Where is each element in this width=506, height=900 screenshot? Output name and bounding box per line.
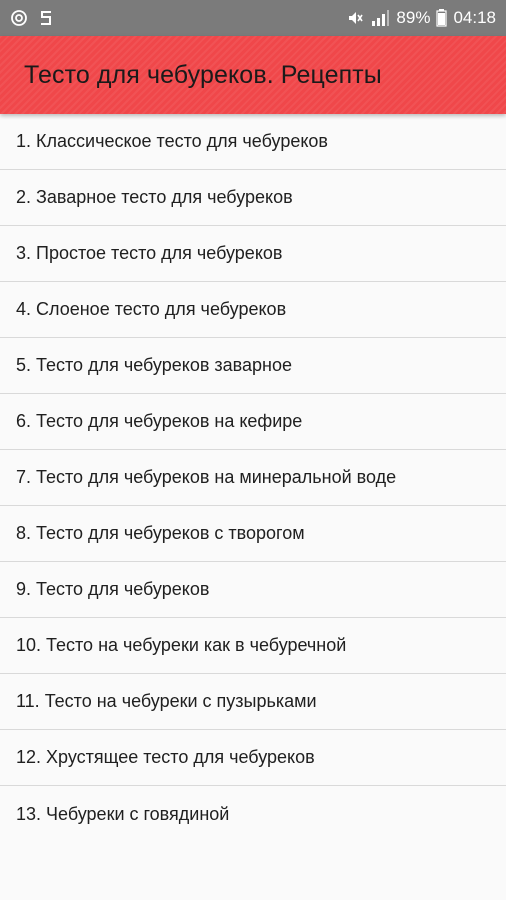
list-item[interactable]: 2. Заварное тесто для чебуреков	[0, 170, 506, 226]
mute-icon	[346, 9, 364, 27]
list-item[interactable]: 3. Простое тесто для чебуреков	[0, 226, 506, 282]
signal-icon	[370, 9, 390, 27]
list-item[interactable]: 7. Тесто для чебуреков на минеральной во…	[0, 450, 506, 506]
app-bar: Тесто для чебуреков. Рецепты	[0, 36, 506, 114]
settings-notification-icon	[10, 9, 28, 27]
list-item[interactable]: 5. Тесто для чебуреков заварное	[0, 338, 506, 394]
list-item[interactable]: 8. Тесто для чебуреков с творогом	[0, 506, 506, 562]
list-item[interactable]: 6. Тесто для чебуреков на кефире	[0, 394, 506, 450]
list-item[interactable]: 4. Слоеное тесто для чебуреков	[0, 282, 506, 338]
recipe-list: 1. Классическое тесто для чебуреков 2. З…	[0, 114, 506, 842]
page-title: Тесто для чебуреков. Рецепты	[24, 60, 382, 89]
list-item[interactable]: 13. Чебуреки с говядиной	[0, 786, 506, 842]
list-item[interactable]: 10. Тесто на чебуреки как в чебуречной	[0, 618, 506, 674]
list-item[interactable]: 9. Тесто для чебуреков	[0, 562, 506, 618]
list-item[interactable]: 12. Хрустящее тесто для чебуреков	[0, 730, 506, 786]
clock: 04:18	[453, 8, 496, 27]
battery-percent: 89%	[396, 8, 431, 27]
list-item[interactable]: 1. Классическое тесто для чебуреков	[0, 114, 506, 170]
battery-icon	[436, 9, 448, 27]
status-bar: 89% 04:18	[0, 0, 506, 36]
list-item[interactable]: 11. Тесто на чебуреки с пузырьками	[0, 674, 506, 730]
s-app-icon	[38, 9, 54, 27]
